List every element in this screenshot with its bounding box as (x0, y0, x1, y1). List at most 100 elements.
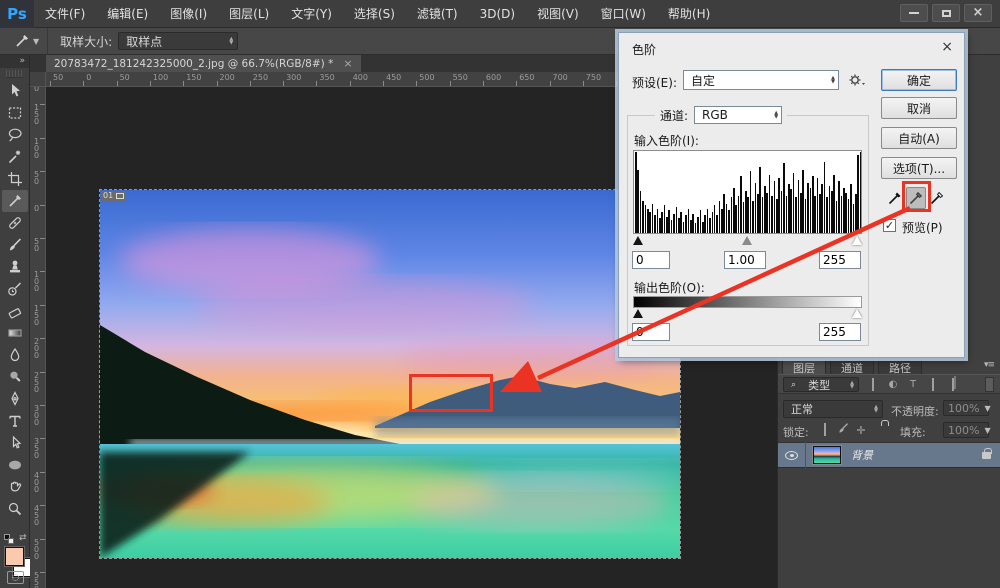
gradient-tool[interactable] (2, 322, 28, 344)
clone-stamp-tool[interactable] (2, 256, 28, 278)
input-highlight-field[interactable] (819, 251, 861, 269)
eyedropper-tool[interactable] (2, 190, 28, 212)
menu-item[interactable]: 3D(D) (469, 0, 526, 28)
blend-mode-select[interactable]: 正常 ▲▼ (783, 400, 883, 418)
collapse-panel-button[interactable]: » (0, 55, 29, 68)
ruler-label: 100 (153, 73, 168, 82)
panel-menu-icon[interactable]: ▾≡ (984, 360, 994, 370)
tool-dropdown-caret-icon: ▼ (33, 37, 39, 46)
brush-tool[interactable] (2, 234, 28, 256)
quick-selection-tool[interactable] (2, 146, 28, 168)
menu-item[interactable]: 编辑(E) (96, 0, 159, 28)
pen-tool[interactable] (2, 388, 28, 410)
cancel-button[interactable]: 取消 (881, 97, 957, 119)
move-tool[interactable] (2, 80, 28, 102)
maximize-button[interactable] (932, 4, 960, 22)
dodge-tool[interactable] (2, 366, 28, 388)
path-selection-tool[interactable] (2, 432, 28, 454)
swap-colors-icon[interactable]: ⇄ (19, 533, 27, 543)
type-tool[interactable] (2, 410, 28, 432)
preset-label: 预设(E): (632, 74, 677, 91)
eraser-tool[interactable] (2, 300, 28, 322)
blur-tool[interactable] (2, 344, 28, 366)
channel-label: 通道: (660, 107, 688, 124)
menu-item[interactable]: 滤镜(T) (406, 0, 469, 28)
quick-mask-button[interactable] (7, 571, 24, 584)
filter-type-select[interactable]: ⌕ 类型 ▲▼ (783, 377, 859, 392)
background-layer-row[interactable]: 背景 (778, 442, 1000, 468)
auto-button[interactable]: 自动(A) (881, 127, 957, 149)
layer-visibility-cell[interactable] (778, 442, 806, 468)
menu-item[interactable]: 视图(V) (526, 0, 590, 28)
filter-smart-objects-icon[interactable] (946, 378, 960, 391)
filter-shape-layers-icon[interactable] (926, 378, 940, 391)
image-canvas[interactable]: 01 (100, 190, 680, 558)
document-tab[interactable]: 20783472_181242325000_2.jpg @ 66.7%(RGB/… (46, 55, 361, 72)
sample-size-select[interactable]: 取样点 ▲▼ (118, 32, 238, 50)
preset-select[interactable]: 自定 ▲▼ (683, 70, 839, 90)
input-shadow-field[interactable] (632, 251, 670, 269)
filter-pixel-layers-icon[interactable] (866, 378, 880, 391)
fill-value[interactable]: 100%▼ (943, 422, 989, 438)
menu-item[interactable]: 选择(S) (343, 0, 406, 28)
healing-brush-tool[interactable] (2, 212, 28, 234)
ruler-label: 650 (519, 73, 534, 82)
marquee-tool[interactable] (2, 102, 28, 124)
photoshop-window: Ps 文件(F)编辑(E)图像(I)图层(L)文字(Y)选择(S)滤镜(T)3D… (0, 0, 1000, 588)
history-brush-tool[interactable] (2, 278, 28, 300)
ruler-label: 50 (34, 171, 42, 185)
menu-item[interactable]: 文字(Y) (280, 0, 343, 28)
layer-thumbnail[interactable] (813, 446, 841, 464)
input-highlight-slider[interactable] (852, 236, 862, 245)
filter-type-layers-icon[interactable]: T (906, 378, 920, 391)
menu-item[interactable]: 文件(F) (34, 0, 96, 28)
lock-transparency-icon[interactable] (818, 423, 832, 436)
menu-item[interactable]: 图像(I) (159, 0, 218, 28)
foreground-color-swatch[interactable] (5, 547, 24, 566)
output-shadow-field[interactable] (632, 323, 670, 341)
tab-layers[interactable]: 图层 (782, 358, 826, 374)
menu-item[interactable]: 帮助(H) (657, 0, 721, 28)
lock-all-icon[interactable] (872, 424, 886, 437)
menu-item[interactable]: 窗口(W) (590, 0, 657, 28)
options-button[interactable]: 选项(T)... (881, 157, 957, 179)
menu-item[interactable]: 图层(L) (218, 0, 280, 28)
output-highlight-slider[interactable] (852, 309, 862, 318)
output-highlight-field[interactable] (819, 323, 861, 341)
lock-position-icon[interactable]: ✛ (854, 424, 868, 437)
vertical-ruler: 2001501005005010015020025030035040045050… (30, 87, 46, 588)
ruler-origin-corner[interactable] (30, 72, 46, 87)
black-eyedropper-icon (887, 190, 903, 206)
filter-switch[interactable] (985, 377, 994, 392)
filter-adjustment-layers-icon[interactable]: ◐ (886, 378, 900, 391)
default-colors-icon[interactable] (4, 534, 14, 544)
histogram (633, 150, 862, 234)
maximize-icon (942, 10, 951, 17)
close-button[interactable]: × (964, 4, 992, 22)
ruler-label: 200 (34, 338, 42, 359)
preview-checkbox[interactable]: ✓ (883, 219, 896, 232)
channel-select[interactable]: RGB ▲▼ (694, 106, 782, 124)
tab-paths[interactable]: 路径 (878, 358, 922, 374)
preset-options-gear-icon[interactable] (847, 72, 865, 88)
panel-grip[interactable] (6, 70, 23, 78)
shape-tool[interactable] (2, 454, 28, 476)
minimize-button[interactable] (900, 4, 928, 22)
tab-channels[interactable]: 通道 (830, 358, 874, 374)
lasso-tool[interactable] (2, 124, 28, 146)
current-tool-options[interactable]: ▼ (0, 28, 48, 54)
input-midtone-field[interactable] (724, 251, 766, 269)
dialog-close-icon[interactable]: × (941, 39, 953, 55)
ok-button[interactable]: 确定 (881, 69, 957, 91)
output-shadow-slider[interactable] (633, 309, 643, 318)
lock-pixels-icon[interactable] (836, 422, 850, 435)
opacity-value[interactable]: 100%▼ (943, 400, 989, 416)
tab-close-icon[interactable]: × (343, 57, 352, 70)
crop-tool[interactable] (2, 168, 28, 190)
input-midtone-slider[interactable] (742, 236, 752, 245)
document-tab-title: 20783472_181242325000_2.jpg @ 66.7%(RGB/… (54, 58, 333, 70)
tools-panel: » ⇄ (0, 55, 30, 588)
hand-tool[interactable] (2, 476, 28, 498)
input-shadow-slider[interactable] (633, 236, 643, 245)
zoom-tool[interactable] (2, 498, 28, 520)
